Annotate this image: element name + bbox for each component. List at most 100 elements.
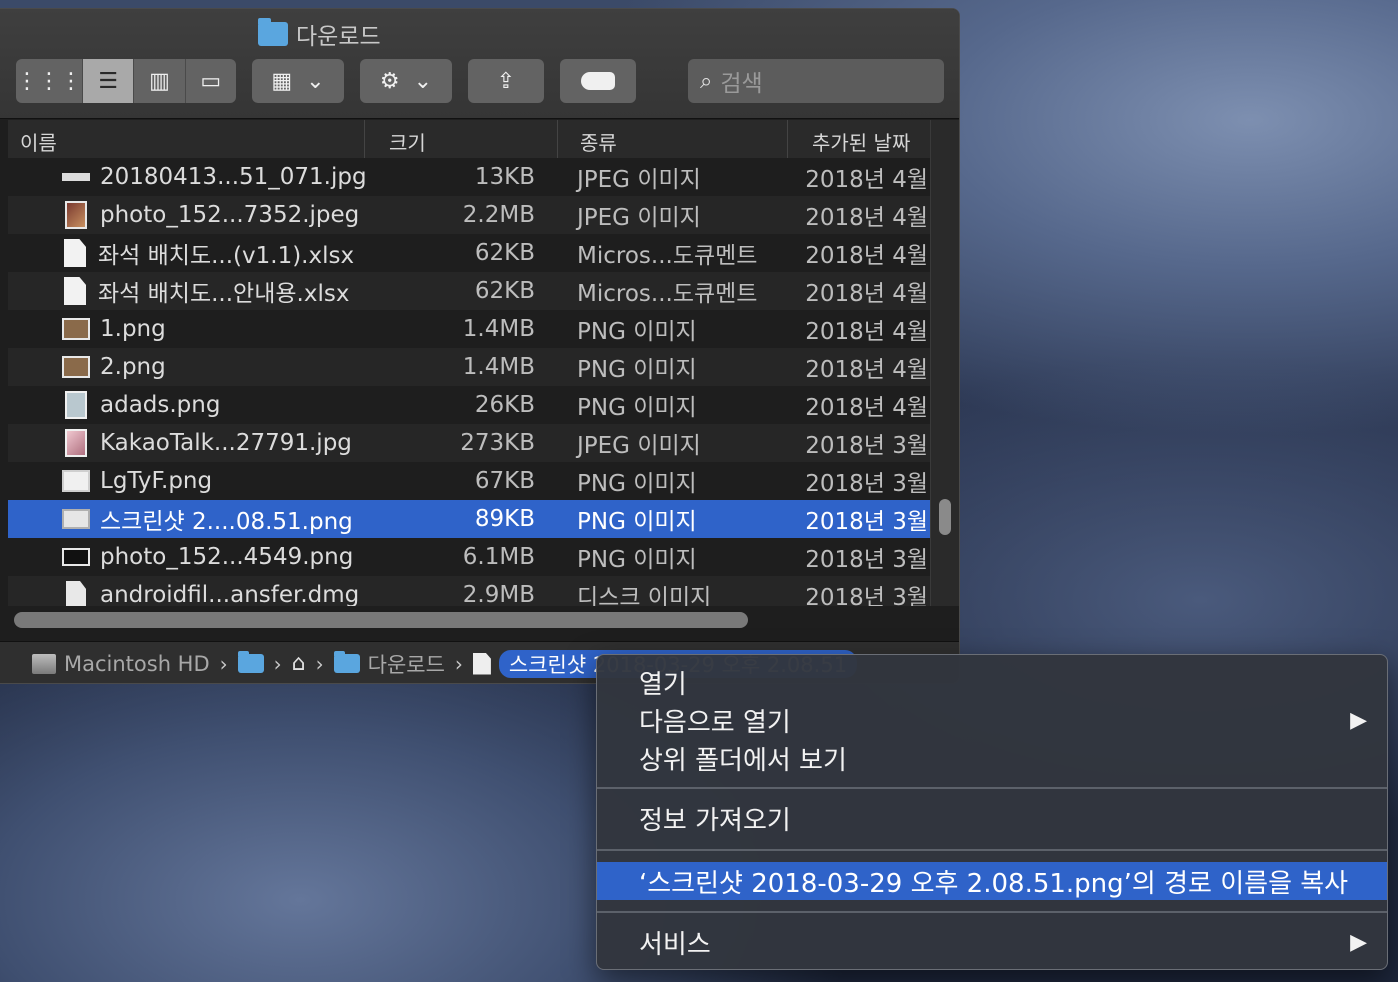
file-row[interactable]: 2.png 1.4MB PNG 이미지 2018년 4월	[8, 348, 930, 386]
path-disk-label: Macintosh HD	[64, 651, 210, 676]
file-name-cell: photo_152...4549.png	[8, 544, 365, 570]
file-name-cell: 좌석 배치도...안내용.xlsx	[8, 274, 365, 308]
home-icon: ⌂	[291, 651, 306, 676]
column-header-name-label: 이름	[20, 131, 57, 155]
menu-item-show-in-enclosing-label: 상위 폴더에서 보기	[639, 745, 847, 776]
vertical-scrollbar-thumb[interactable]	[939, 499, 951, 535]
file-kind: PNG 이미지	[577, 547, 697, 573]
file-row[interactable]: KakaoTalk...27791.jpg 273KB JPEG 이미지 2018년 …	[8, 424, 930, 462]
file-size: 62KB	[474, 278, 535, 304]
list-view-icon: ☰	[98, 68, 119, 94]
file-name: KakaoTalk...27791.jpg	[100, 430, 352, 456]
column-header-kind-label: 종류	[580, 131, 617, 155]
menu-item-services[interactable]: 서비스 ▶	[597, 923, 1387, 961]
menu-item-open-label: 열기	[639, 669, 687, 700]
action-button[interactable]: ⚙ ⌄	[360, 59, 452, 103]
file-size: 26KB	[474, 392, 535, 418]
file-name: 20180413...51_071.jpg	[100, 164, 367, 190]
file-row[interactable]: 20180413...51_071.jpg 13KB JPEG 이미지 2018년 4…	[8, 158, 930, 196]
tags-button[interactable]	[560, 59, 636, 103]
file-date-added: 2018년 4월	[805, 281, 928, 307]
file-date-added: 2018년 4월	[805, 395, 928, 421]
file-name-cell: adads.png	[8, 391, 365, 419]
file-thumbnail-icon	[62, 548, 90, 566]
menu-item-show-in-enclosing-folder[interactable]: 상위 폴더에서 보기	[597, 739, 1387, 777]
file-size: 62KB	[474, 240, 535, 266]
menu-separator	[597, 849, 1387, 851]
column-header-size[interactable]: 크기	[365, 120, 558, 163]
gallery-view-button[interactable]: ▭	[186, 59, 236, 103]
file-row[interactable]: 좌석 배치도...안내용.xlsx 62KB Micros...도큐멘트 2018년 …	[8, 272, 930, 310]
menu-item-get-info[interactable]: 정보 가져오기	[597, 799, 1387, 837]
file-kind: PNG 이미지	[577, 357, 697, 383]
path-item-disk[interactable]: Macintosh HD	[32, 652, 210, 676]
column-header-date-added[interactable]: 추가된 날짜	[788, 120, 930, 163]
grid-icon: ▦	[271, 68, 293, 94]
file-row[interactable]: 좌석 배치도...(v1.1).xlsx 62KB Micros...도큐멘트 201…	[8, 234, 930, 272]
file-rows: 20180413...51_071.jpg 13KB JPEG 이미지 2018년 4…	[8, 158, 930, 606]
file-name: photo_152...7352.jpeg	[100, 202, 360, 228]
file-row[interactable]: photo_152...7352.jpeg 2.2MB JPEG 이미지 2018년 …	[8, 196, 930, 234]
file-size: 6.1MB	[462, 544, 535, 570]
file-date-added: 2018년 3월	[805, 509, 928, 535]
menu-item-copy-pathname[interactable]: ‘스크린샷 2018-03-29 오후 2.08.51.png’의 경로 이름을…	[597, 862, 1387, 900]
file-name: 2.png	[100, 354, 166, 380]
file-thumbnail-icon	[64, 277, 86, 305]
file-kind: PNG 이미지	[577, 319, 697, 345]
file-name-cell: 좌석 배치도...(v1.1).xlsx	[8, 236, 365, 270]
column-header-size-label: 크기	[389, 131, 426, 155]
path-item-users[interactable]	[237, 651, 264, 673]
path-item-home[interactable]: ⌂	[292, 651, 306, 676]
share-button[interactable]: ⇪	[468, 59, 544, 103]
file-date-added: 2018년 4월	[805, 205, 928, 231]
file-thumbnail-icon	[62, 173, 90, 181]
file-thumbnail-icon	[66, 581, 86, 606]
file-kind: PNG 이미지	[577, 395, 697, 421]
file-row[interactable]: photo_152...4549.png 6.1MB PNG 이미지 2018년 3월	[8, 538, 930, 576]
horizontal-scrollbar-thumb[interactable]	[14, 612, 748, 628]
file-date-added: 2018년 4월	[805, 319, 928, 345]
file-name-cell: photo_152...7352.jpeg	[8, 201, 365, 229]
group-by-button[interactable]: ▦ ⌄	[252, 59, 344, 103]
file-date-added: 2018년 4월	[805, 357, 928, 383]
file-date-added: 2018년 3월	[805, 585, 928, 606]
submenu-arrow-icon: ▶	[1350, 707, 1367, 733]
file-kind: Micros...도큐멘트	[577, 281, 758, 307]
file-row[interactable]: LgTyF.png 67KB PNG 이미지 2018년 3월	[8, 462, 930, 500]
search-placeholder: 검색	[720, 71, 763, 97]
hard-disk-icon	[32, 653, 56, 674]
menu-item-open[interactable]: 열기	[597, 663, 1387, 701]
file-name-cell: 1.png	[8, 316, 365, 342]
file-row[interactable]: 스크린샷 2....08.51.png 89KB PNG 이미지 2018년 3월	[8, 500, 930, 538]
file-kind: JPEG 이미지	[577, 205, 701, 231]
file-name: photo_152...4549.png	[100, 544, 354, 570]
column-header-date-label: 추가된 날짜	[812, 131, 911, 155]
file-date-added: 2018년 3월	[805, 433, 928, 459]
icon-view-button[interactable]: ⋮⋮⋮	[16, 59, 83, 103]
file-name-cell: 스크린샷 2....08.51.png	[8, 502, 365, 536]
menu-item-services-label: 서비스	[639, 929, 711, 960]
file-name: 1.png	[100, 316, 166, 342]
view-mode-segmented-control: ⋮⋮⋮ ☰ ▥ ▭	[16, 59, 236, 103]
path-item-downloads[interactable]: 다운로드	[333, 649, 445, 679]
window-title-text: 다운로드	[296, 24, 381, 50]
column-view-icon: ▥	[149, 68, 170, 94]
file-row[interactable]: adads.png 26KB PNG 이미지 2018년 4월	[8, 386, 930, 424]
file-name: LgTyF.png	[100, 468, 213, 494]
menu-separator	[597, 787, 1387, 789]
file-name: androidfil...ansfer.dmg	[100, 582, 360, 606]
menu-item-open-with[interactable]: 다음으로 열기 ▶	[597, 701, 1387, 739]
column-view-button[interactable]: ▥	[134, 59, 186, 103]
finder-window: 다운로드 ⋮⋮⋮ ☰ ▥ ▭ ▦ ⌄ ⚙ ⌄ ⇪ ⌕ 검색 이름 크기 종류 추…	[0, 8, 960, 684]
title-bar: 다운로드 ⋮⋮⋮ ☰ ▥ ▭ ▦ ⌄ ⚙ ⌄ ⇪ ⌕ 검색	[0, 9, 959, 119]
downloads-folder-icon	[258, 18, 288, 46]
list-view-button[interactable]: ☰	[83, 59, 135, 103]
column-header-name[interactable]: 이름	[8, 120, 365, 163]
column-header-kind[interactable]: 종류	[558, 120, 788, 163]
file-size: 2.2MB	[462, 202, 535, 228]
search-field[interactable]: ⌕ 검색	[688, 59, 944, 103]
file-row[interactable]: 1.png 1.4MB PNG 이미지 2018년 4월	[8, 310, 930, 348]
path-separator: ›	[315, 651, 324, 676]
file-row[interactable]: androidfil...ansfer.dmg 2.9MB 디스크 이미지 2018년…	[8, 576, 930, 606]
file-name-cell: KakaoTalk...27791.jpg	[8, 429, 365, 457]
